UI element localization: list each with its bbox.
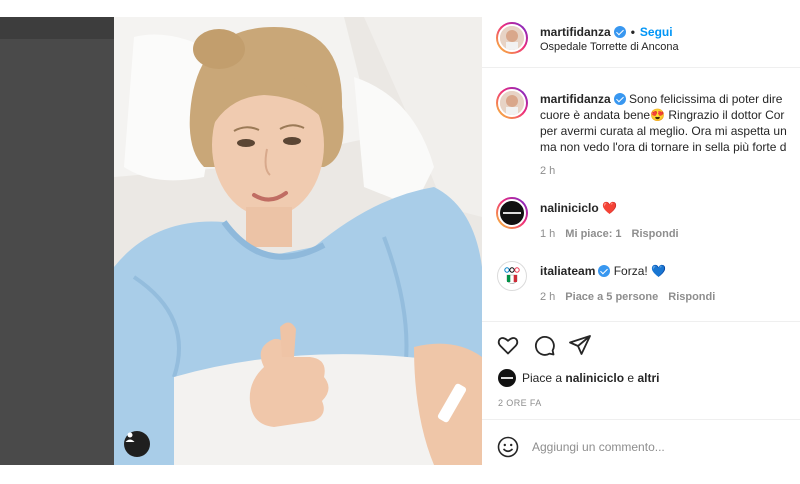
comment-2-username[interactable]: italiateam bbox=[540, 264, 595, 278]
paper-plane-icon[interactable] bbox=[568, 333, 592, 357]
header-divider bbox=[482, 67, 800, 68]
user-tag-icon bbox=[125, 432, 135, 442]
comment-1-reply-button[interactable]: Rispondi bbox=[632, 228, 679, 240]
comment-input[interactable]: Aggiungi un commento... bbox=[532, 440, 665, 454]
likes-first-user[interactable]: naliniciclo bbox=[565, 371, 624, 385]
background-strip-top bbox=[0, 17, 114, 39]
emoji-icon[interactable] bbox=[496, 435, 520, 459]
likes-summary: Piace a naliniciclo e altri bbox=[498, 369, 659, 387]
naliniciclo-logo-icon bbox=[503, 212, 521, 214]
comment-2-likes[interactable]: Piace a 5 persone bbox=[565, 291, 658, 303]
heart-icon[interactable] bbox=[496, 333, 520, 357]
post-caption: martifidanza Sono felicissima di poter d… bbox=[540, 91, 800, 155]
comment-1: naliniciclo ❤️ bbox=[540, 201, 617, 215]
comment-2-text: Forza! 💙 bbox=[613, 264, 666, 278]
post-header: martifidanza • Segui bbox=[540, 25, 673, 39]
comment-1-time[interactable]: 1 h bbox=[540, 228, 555, 240]
background-strip bbox=[0, 17, 114, 465]
comment-2-time[interactable]: 2 h bbox=[540, 291, 555, 303]
author-avatar[interactable] bbox=[496, 22, 528, 54]
verified-badge-icon bbox=[613, 93, 626, 105]
verified-badge-icon bbox=[613, 26, 626, 38]
comment-1-likes[interactable]: Mi piace: 1 bbox=[565, 228, 621, 240]
caption-timestamp[interactable]: 2 h bbox=[540, 165, 555, 177]
post-actions bbox=[496, 333, 592, 357]
user-tag-button[interactable] bbox=[124, 431, 150, 457]
post-photo[interactable] bbox=[114, 17, 482, 465]
likes-prefix: Piace a bbox=[522, 371, 563, 385]
caption-line-1: martifidanza Sono felicissima di poter d… bbox=[540, 91, 800, 107]
post-side-panel: martifidanza • Segui Ospedale Torrette di … bbox=[482, 17, 800, 465]
post-location[interactable]: Ospedale Torrette di Ancona bbox=[540, 41, 679, 53]
caption-line-2: cuore è andata bene😍 Ringrazio il dottor… bbox=[540, 108, 785, 122]
author-username[interactable]: martifidanza bbox=[540, 25, 611, 39]
comment-1-meta: 1 h Mi piace: 1 Rispondi bbox=[540, 228, 679, 240]
comment-2: italiateam Forza! 💙 bbox=[540, 264, 666, 278]
comment-box-divider bbox=[482, 419, 800, 420]
comment-2-meta: 2 h Piace a 5 persone Rispondi bbox=[540, 291, 715, 303]
caption-text-1: Sono felicissima di poter dire bbox=[629, 92, 783, 106]
instagram-post-view: martifidanza • Segui Ospedale Torrette di … bbox=[0, 0, 800, 484]
caption-line-3: per avermi curata al meglio. Ora mi aspe… bbox=[540, 124, 787, 138]
comment-bubble-icon[interactable] bbox=[532, 333, 556, 357]
comment-avatar-italiateam[interactable] bbox=[497, 261, 527, 291]
comment-1-text: ❤️ bbox=[602, 201, 617, 215]
comment-avatar-naliniciclo[interactable] bbox=[496, 197, 528, 229]
caption-author-avatar[interactable] bbox=[496, 87, 528, 119]
separator-dot: • bbox=[630, 25, 635, 39]
hospital-selfie-illustration bbox=[114, 17, 482, 465]
italia-team-logo-icon bbox=[504, 267, 520, 284]
liker-avatar[interactable] bbox=[498, 369, 516, 387]
caption-line-4: ma non vedo l'ora di tornare in sella pi… bbox=[540, 140, 787, 154]
likes-others-link[interactable]: altri bbox=[637, 371, 659, 385]
actions-divider bbox=[482, 321, 800, 322]
verified-badge-icon bbox=[598, 265, 611, 277]
likes-connector: e bbox=[627, 371, 635, 385]
post-time-ago[interactable]: 2 ORE FA bbox=[498, 398, 542, 408]
caption-username[interactable]: martifidanza bbox=[540, 92, 611, 106]
comment-1-username[interactable]: naliniciclo bbox=[540, 201, 599, 215]
follow-button[interactable]: Segui bbox=[640, 25, 673, 39]
add-comment-bar: Aggiungi un commento... bbox=[496, 435, 665, 459]
comment-2-reply-button[interactable]: Rispondi bbox=[668, 291, 715, 303]
